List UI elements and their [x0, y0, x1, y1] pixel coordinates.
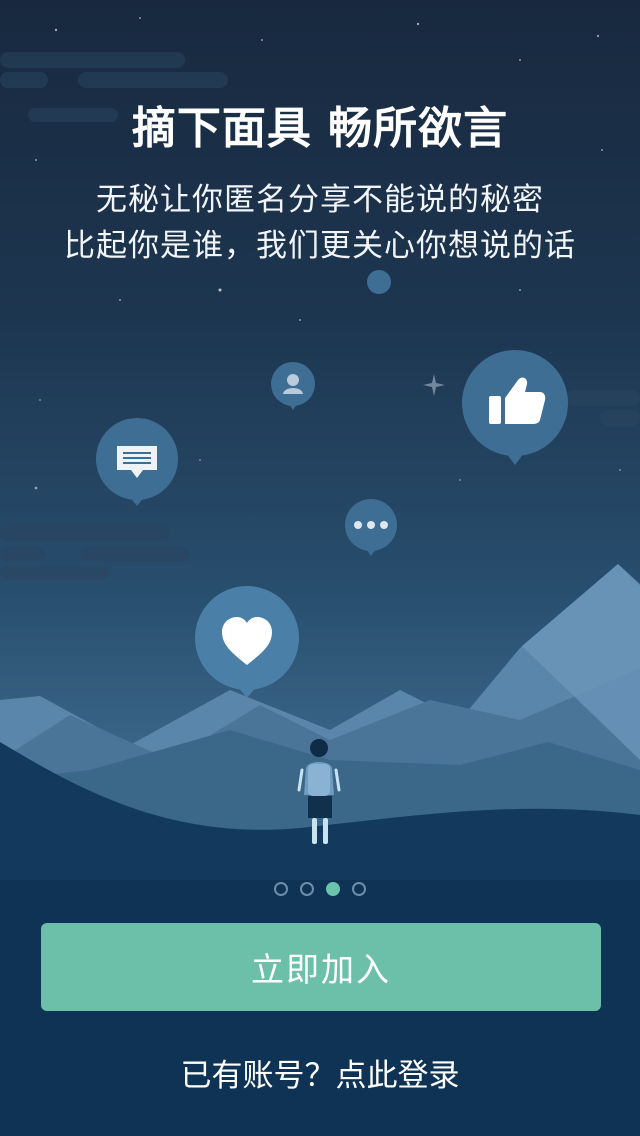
user-icon — [271, 362, 315, 410]
more-icon — [345, 499, 397, 556]
login-link[interactable]: 已有账号？点此登录 — [0, 1050, 640, 1095]
subtitle-line-1: 无秘让你匿名分享不能说的秘密 — [96, 182, 544, 218]
thumbs-up-icon — [462, 350, 568, 465]
page-dot-3-active[interactable] — [326, 882, 340, 896]
onboarding-screen: 摘下面具 畅所欲言 无秘让你匿名分享不能说的秘密 比起你是谁，我们更关心你想说的… — [0, 0, 640, 1136]
person-illustration — [297, 739, 341, 844]
page-dot-1[interactable] — [274, 882, 288, 896]
heart-icon — [195, 586, 299, 698]
page-dot-4[interactable] — [352, 882, 366, 896]
subtitle-line-2: 比起你是谁，我们更关心你想说的话 — [64, 228, 576, 264]
join-now-button[interactable]: 立即加入 — [41, 923, 601, 1011]
page-indicator — [0, 882, 640, 900]
page-dot-2[interactable] — [300, 882, 314, 896]
page-title: 摘下面具 畅所欲言 — [131, 103, 509, 154]
message-icon — [96, 418, 178, 506]
